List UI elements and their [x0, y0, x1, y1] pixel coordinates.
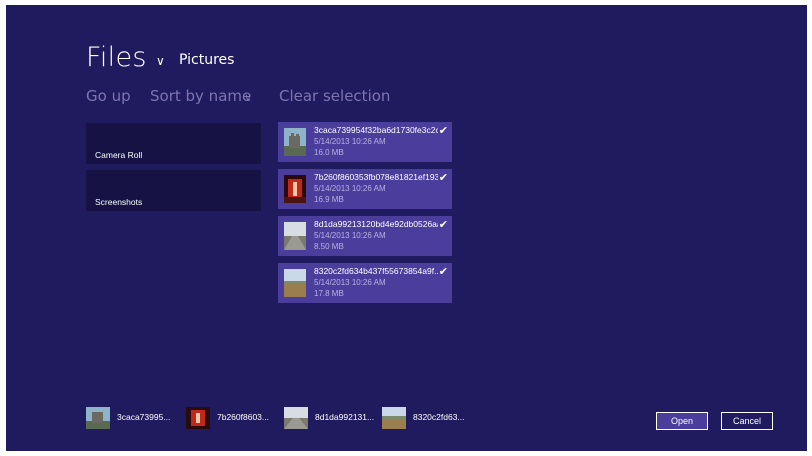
- sort-by-button[interactable]: Sort by name: [150, 87, 251, 105]
- road-thumbnail-icon: [284, 407, 308, 429]
- folder-label: Camera Roll: [95, 150, 143, 160]
- basket-item[interactable]: 7b260f8603...: [186, 407, 271, 429]
- clear-selection-button[interactable]: Clear selection: [279, 87, 390, 105]
- file-name: 8d1da99213120bd4e92db0526aa...: [314, 219, 438, 229]
- field-thumbnail-icon: [382, 407, 406, 429]
- red-building-thumbnail-icon: [186, 407, 210, 429]
- folder-label: Screenshots: [95, 197, 143, 207]
- file-size: 17.8 MB: [314, 289, 344, 298]
- basket-item-label: 8d1da992131...: [315, 412, 375, 422]
- file-tile[interactable]: 8d1da99213120bd4e92db0526aa... 5/14/2013…: [278, 216, 452, 256]
- file-name: 8320c2fd634b437f55673854a9f...: [314, 266, 438, 276]
- basket-item[interactable]: 8320c2fd63...: [382, 407, 472, 429]
- file-size: 8.50 MB: [314, 242, 344, 251]
- basket-item-label: 3caca73995...: [117, 412, 171, 422]
- castle-thumbnail-icon: [86, 407, 110, 429]
- file-tile[interactable]: 7b260f860353fb078e81821ef193... 5/14/201…: [278, 169, 452, 209]
- basket-item[interactable]: 3caca73995...: [86, 407, 171, 429]
- file-date: 5/14/2013 10:26 AM: [314, 184, 386, 193]
- go-up-button[interactable]: Go up: [86, 87, 131, 105]
- basket-item-label: 8320c2fd63...: [413, 412, 465, 422]
- file-date: 5/14/2013 10:26 AM: [314, 137, 386, 146]
- basket-item[interactable]: 8d1da992131...: [284, 407, 374, 429]
- page-title[interactable]: Files: [86, 42, 147, 73]
- cancel-button[interactable]: Cancel: [721, 412, 773, 430]
- road-thumbnail-icon: [284, 222, 306, 250]
- file-picker: Files ∨ Pictures Go up Sort by name ∨ Cl…: [6, 5, 807, 451]
- file-tile[interactable]: 3caca739954f32ba6d1730fe3c2c... 5/14/201…: [278, 122, 452, 162]
- title-chevron-down-icon[interactable]: ∨: [156, 54, 165, 68]
- file-tile[interactable]: 8320c2fd634b437f55673854a9f... 5/14/2013…: [278, 263, 452, 303]
- checkmark-icon: ✔: [438, 171, 448, 184]
- file-date: 5/14/2013 10:26 AM: [314, 278, 386, 287]
- sort-chevron-down-icon[interactable]: ∨: [244, 91, 252, 104]
- field-thumbnail-icon: [284, 269, 306, 297]
- checkmark-icon: ✔: [438, 124, 448, 137]
- file-size: 16.9 MB: [314, 195, 344, 204]
- file-name: 7b260f860353fb078e81821ef193...: [314, 172, 438, 182]
- folder-tile-camera-roll[interactable]: Camera Roll: [86, 123, 261, 164]
- open-button[interactable]: Open: [656, 412, 708, 430]
- basket-item-label: 7b260f8603...: [217, 412, 269, 422]
- red-building-thumbnail-icon: [284, 175, 306, 203]
- file-name: 3caca739954f32ba6d1730fe3c2c...: [314, 125, 438, 135]
- current-location: Pictures: [179, 52, 235, 68]
- checkmark-icon: ✔: [438, 265, 448, 278]
- file-size: 16.0 MB: [314, 148, 344, 157]
- file-date: 5/14/2013 10:26 AM: [314, 231, 386, 240]
- folder-tile-screenshots[interactable]: Screenshots: [86, 170, 261, 211]
- checkmark-icon: ✔: [438, 218, 448, 231]
- castle-thumbnail-icon: [284, 128, 306, 156]
